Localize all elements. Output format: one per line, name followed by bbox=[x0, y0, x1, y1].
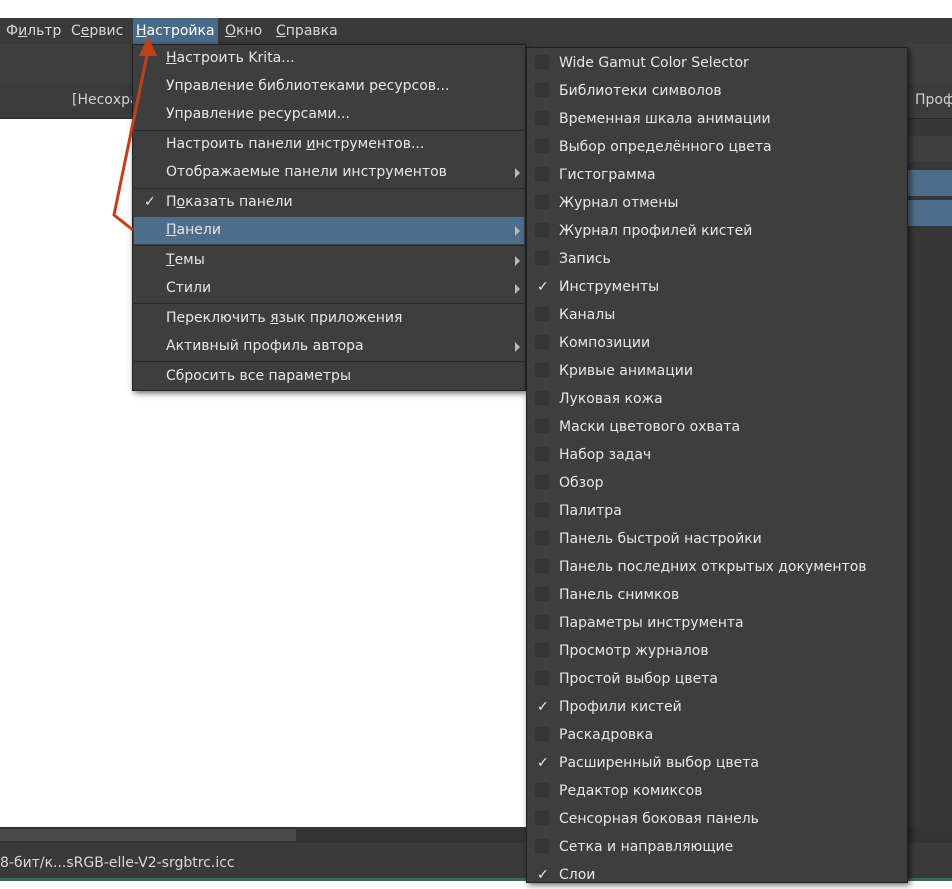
annotation-arrow-icon bbox=[112, 36, 157, 232]
